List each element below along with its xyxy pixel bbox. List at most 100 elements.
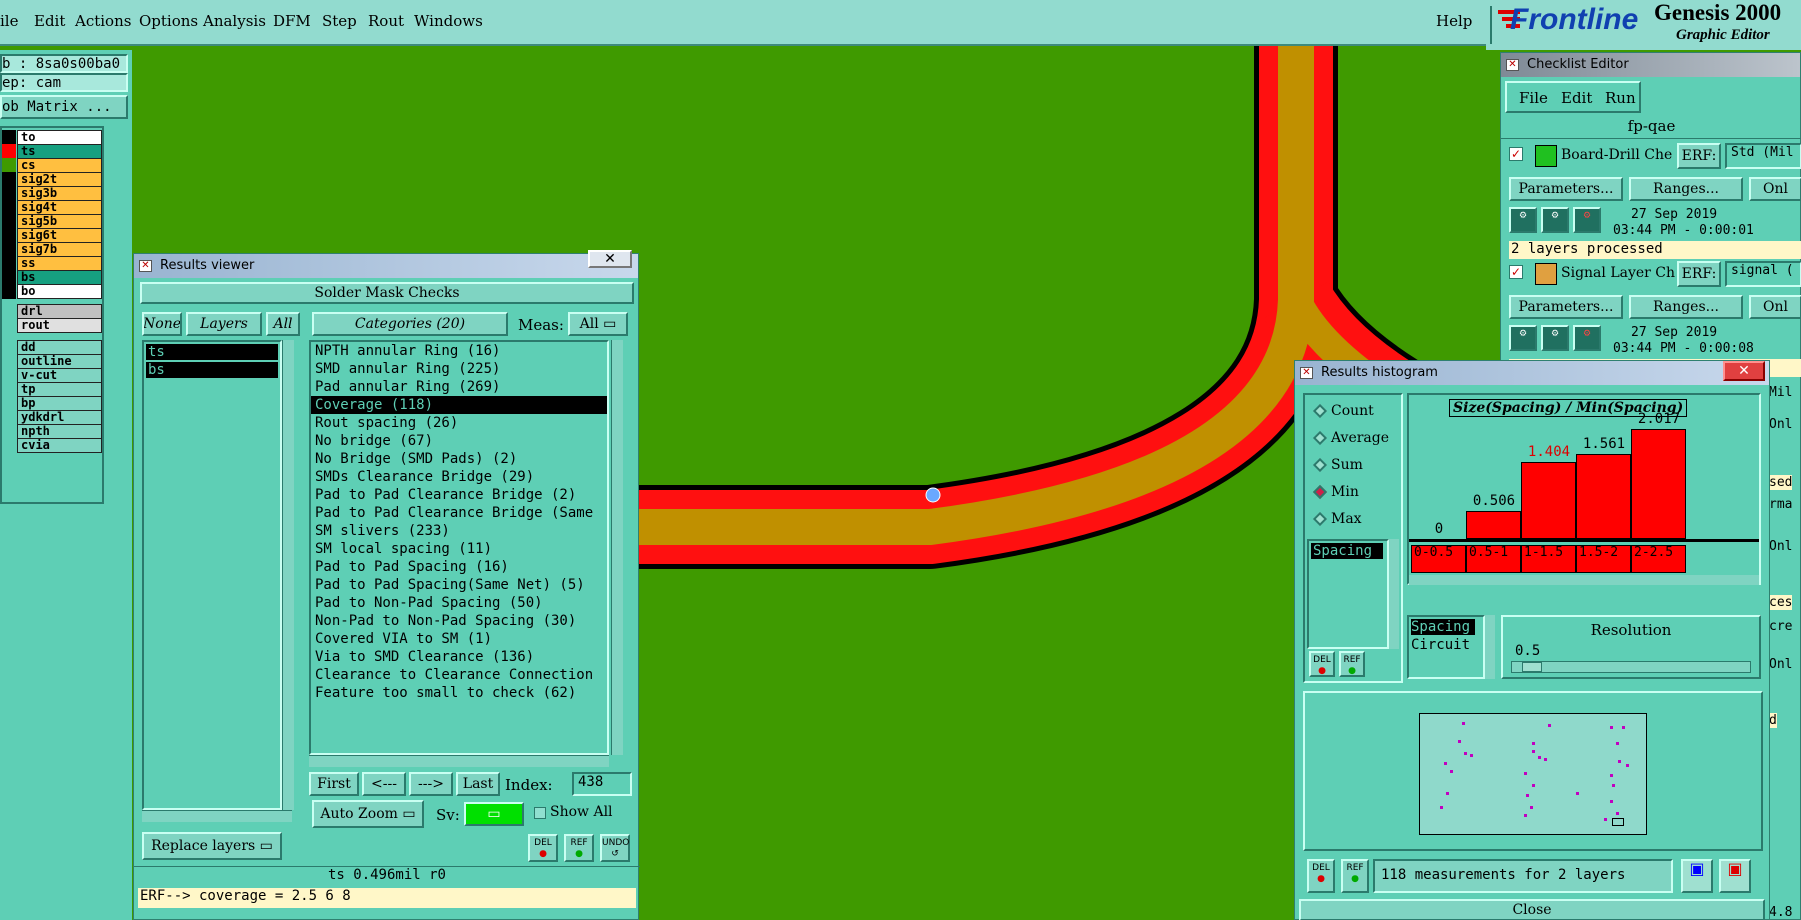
mode-radio-max[interactable]: Max (1312, 511, 1362, 527)
close-icon[interactable]: ✕ (588, 250, 632, 268)
close-button[interactable]: Close (1299, 899, 1765, 920)
next-button[interactable]: ---> (409, 772, 453, 796)
category-item[interactable]: Feature too small to check (62) (311, 684, 576, 702)
selected-layer-bs[interactable]: bs (146, 362, 278, 378)
histogram-titlebar[interactable]: ✕ Results histogram (1295, 361, 1769, 385)
resolution-slider[interactable] (1511, 661, 1751, 673)
slider-handle[interactable] (1522, 662, 1542, 672)
layer-item-sig3b[interactable]: sig3b (17, 186, 102, 201)
check-enabled-checkbox[interactable]: ✓ (1509, 265, 1523, 279)
layer-item-sig7b[interactable]: sig7b (17, 242, 102, 257)
minimap-viewport[interactable] (1612, 818, 1624, 826)
layer-item-sig2t[interactable]: sig2t (17, 172, 102, 187)
auto-zoom-select[interactable]: Auto Zoom ▭ (312, 800, 424, 828)
categories-button[interactable]: Categories (20) (312, 312, 508, 336)
layer-list-scrollbar[interactable] (282, 340, 294, 810)
ranges-button[interactable]: Ranges... (1629, 177, 1743, 201)
layer-item-tp[interactable]: tp (17, 382, 102, 397)
attr-item-spacing[interactable]: Spacing (1411, 619, 1475, 635)
layer-item-cvia[interactable]: cvia (17, 438, 102, 453)
undo-button[interactable]: UNDO ↺ (600, 834, 630, 862)
category-item[interactable]: Rout spacing (26) (311, 414, 458, 432)
category-item[interactable]: Pad annular Ring (269) (311, 378, 500, 396)
layer-color-swatch[interactable] (2, 214, 16, 229)
all-button[interactable]: All (266, 312, 300, 336)
menu-step[interactable]: Step (322, 12, 357, 30)
category-item[interactable]: Pad to Pad Clearance Bridge (Same (311, 504, 593, 522)
hist-ref-small-button[interactable]: REF ● (1339, 651, 1365, 677)
layer-item-npth[interactable]: npth (17, 424, 102, 439)
layer-select-list[interactable]: ts bs (142, 340, 282, 810)
layer-item-dd[interactable]: dd (17, 340, 102, 355)
mode-radio-count[interactable]: Count (1312, 403, 1374, 419)
show-all-checkbox[interactable] (534, 807, 546, 819)
category-list[interactable]: NPTH annular Ring (16) SMD annular Ring (… (309, 340, 609, 755)
layer-item-sig4t[interactable]: sig4t (17, 200, 102, 215)
category-item[interactable]: Pad to Pad Spacing (16) (311, 558, 509, 576)
stop-check-icon[interactable]: ⚙ (1573, 207, 1601, 233)
run-all-icon[interactable]: ⚙ (1541, 207, 1569, 233)
category-item[interactable]: SMDs Clearance Bridge (29) (311, 468, 534, 486)
parameters-button[interactable]: Parameters... (1509, 295, 1623, 319)
mode-radio-average[interactable]: Average (1312, 430, 1389, 446)
checklist-menu-file[interactable]: File (1519, 89, 1548, 107)
ref-button[interactable]: REF ● (564, 834, 594, 862)
category-item[interactable]: Pad to Non-Pad Spacing (50) (311, 594, 543, 612)
measure-scrollbar[interactable] (1389, 539, 1399, 649)
attr-scrollbar[interactable] (1485, 615, 1495, 679)
del-button[interactable]: DEL ● (528, 834, 558, 862)
mode-radio-sum[interactable]: Sum (1312, 457, 1363, 473)
hist-del-button[interactable]: DEL ● (1307, 859, 1335, 893)
category-item[interactable]: No bridge (67) (311, 432, 433, 450)
category-item[interactable]: Clearance to Clearance Connection (311, 666, 593, 684)
checklist-menu-run[interactable]: Run (1605, 89, 1636, 107)
selected-layer-ts[interactable]: ts (146, 344, 278, 360)
layer-item-bp[interactable]: bp (17, 396, 102, 411)
category-item[interactable]: SMD annular Ring (225) (311, 360, 500, 378)
hist-ref-button[interactable]: REF ● (1341, 859, 1369, 893)
category-item[interactable]: Via to SMD Clearance (136) (311, 648, 534, 666)
layer-color-swatch[interactable] (2, 242, 16, 257)
layer-item-rout[interactable]: rout (17, 318, 102, 333)
layer-color-swatch[interactable] (2, 270, 16, 285)
layer-item-ts[interactable]: ts (17, 144, 102, 159)
layer-item-sig5b[interactable]: sig5b (17, 214, 102, 229)
checklist-menu-edit[interactable]: Edit (1561, 89, 1592, 107)
menu-edit[interactable]: Edit (34, 12, 65, 30)
erf-value[interactable]: Std (Mil (1725, 143, 1801, 169)
category-item[interactable]: Coverage (118) (311, 396, 607, 414)
category-scrollbar[interactable] (611, 340, 623, 755)
run-check-icon[interactable]: ⚙ (1509, 325, 1537, 351)
parameters-button[interactable]: Parameters... (1509, 177, 1623, 201)
category-item[interactable]: Covered VIA to SM (1) (311, 630, 492, 648)
check-enabled-checkbox[interactable]: ✓ (1509, 147, 1523, 161)
histogram-bar[interactable] (1576, 453, 1631, 539)
erf-value[interactable]: signal ( (1725, 261, 1801, 287)
layer-item-v-cut[interactable]: v-cut (17, 368, 102, 383)
layer-color-swatch[interactable] (2, 256, 16, 271)
layer-list-hscrollbar[interactable] (142, 810, 292, 822)
layer-item-sig6t[interactable]: sig6t (17, 228, 102, 243)
layer-item-bo[interactable]: bo (17, 284, 102, 299)
onl-button[interactable]: Onl (1749, 177, 1801, 201)
menu-windows[interactable]: Windows (414, 12, 483, 30)
category-item[interactable]: Pad to Pad Spacing(Same Net) (5) (311, 576, 585, 594)
category-item[interactable]: SM slivers (233) (311, 522, 450, 540)
results-viewer-titlebar[interactable]: ✕ Results viewer (134, 254, 638, 278)
mini-map[interactable] (1419, 713, 1647, 835)
menu-rout[interactable]: Rout (368, 12, 404, 30)
measure-item-spacing[interactable]: Spacing (1311, 543, 1383, 559)
layer-color-swatch[interactable] (2, 172, 16, 187)
menu-dfm[interactable]: DFM (273, 12, 311, 30)
meas-select[interactable]: All ▭ (568, 312, 628, 336)
layer-item-ydkdrl[interactable]: ydkdrl (17, 410, 102, 425)
menu-help[interactable]: Help (1436, 12, 1472, 30)
layer-color-swatch[interactable] (2, 228, 16, 243)
close-icon[interactable]: ✕ (1723, 361, 1765, 381)
menu-actions[interactable]: Actions (75, 12, 131, 30)
attr-list[interactable]: Spacing Circuit (1407, 615, 1485, 679)
layer-item-drl[interactable]: drl (17, 304, 102, 319)
layer-item-cs[interactable]: cs (17, 158, 102, 173)
index-input[interactable]: 438 (572, 772, 632, 796)
prev-button[interactable]: <--- (362, 772, 406, 796)
